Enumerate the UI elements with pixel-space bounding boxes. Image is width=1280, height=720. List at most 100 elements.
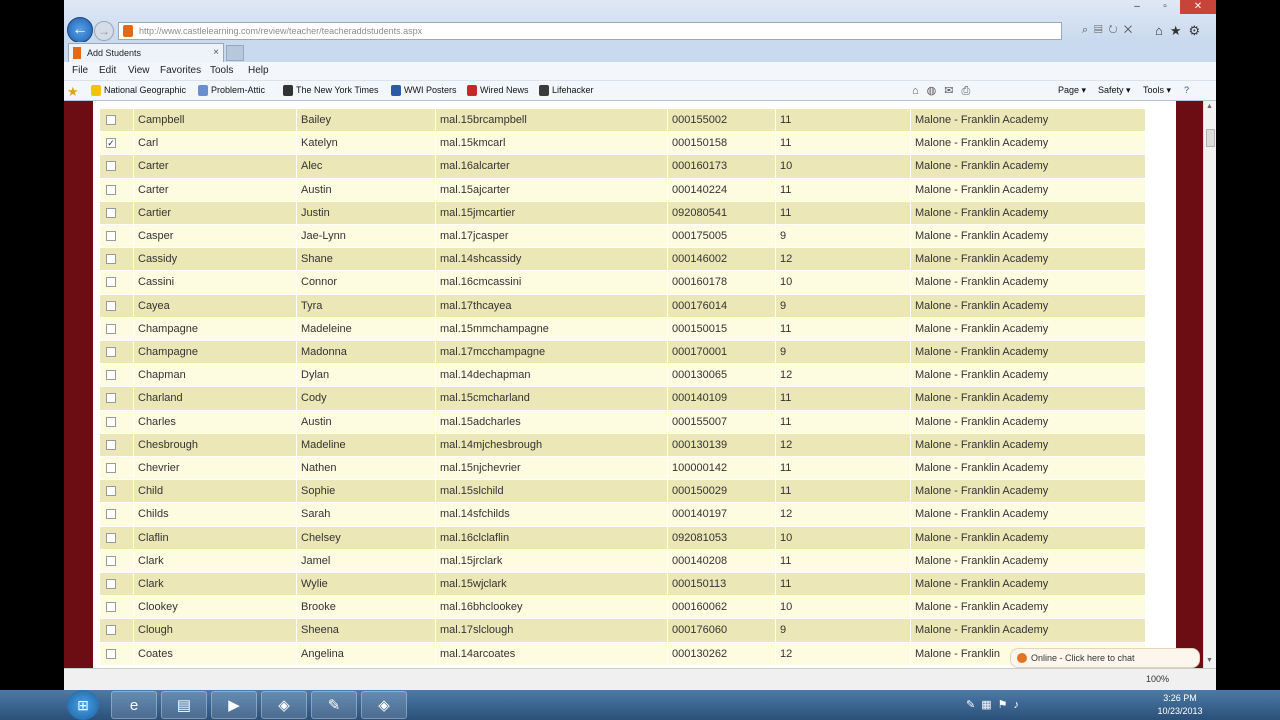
row-checkbox[interactable] bbox=[106, 277, 116, 288]
taskbar-app-6[interactable]: ◈ bbox=[361, 691, 407, 719]
taskbar-explorer[interactable]: ▤ bbox=[161, 691, 207, 719]
search-icon[interactable]: ⌕ bbox=[1082, 24, 1094, 36]
row-checkbox[interactable] bbox=[106, 347, 116, 357]
compat-view-icon[interactable]: ▤ bbox=[1094, 24, 1108, 36]
pen-icon[interactable]: ✎ bbox=[966, 699, 981, 711]
help-icon[interactable]: ? bbox=[1184, 85, 1189, 95]
new-tab-button[interactable] bbox=[226, 45, 244, 61]
table-row: Coates Angelina mal.14arcoates 000130262 12 M… bbox=[99, 642, 1145, 666]
username-cell: mal.14shcassidy bbox=[435, 248, 667, 272]
row-checkbox[interactable] bbox=[106, 439, 116, 450]
row-checkbox[interactable] bbox=[106, 532, 116, 543]
tools-menu[interactable]: Tools ▾ bbox=[1143, 85, 1171, 96]
row-checkbox[interactable] bbox=[106, 509, 116, 520]
network-icon[interactable]: ▦ bbox=[981, 699, 997, 711]
first-name-cell: Sheena bbox=[296, 619, 435, 643]
home-icon[interactable]: ⌂ bbox=[912, 85, 927, 97]
page-menu[interactable]: Page ▾ bbox=[1058, 85, 1086, 96]
print-icon[interactable]: ⎙ bbox=[961, 85, 978, 97]
school-cell: Malone - Franklin Academy bbox=[910, 271, 1145, 295]
row-checkbox[interactable] bbox=[106, 300, 116, 311]
last-name-cell: Cassini bbox=[133, 271, 296, 295]
chat-widget[interactable]: Online - Click here to chat bbox=[1010, 648, 1200, 668]
zoom-level[interactable]: 100% bbox=[1146, 674, 1169, 684]
school-cell: Malone - Franklin Academy bbox=[910, 457, 1145, 480]
row-checkbox[interactable] bbox=[106, 161, 116, 172]
tab-close-icon[interactable]: × bbox=[213, 44, 219, 62]
maximize-button[interactable]: ▫ bbox=[1152, 0, 1178, 14]
table-row: Childs Sarah mal.14sfchilds 000140197 12 Malo… bbox=[99, 503, 1145, 527]
row-checkbox[interactable] bbox=[106, 323, 116, 334]
row-checkbox[interactable] bbox=[106, 416, 116, 427]
close-window-button[interactable]: ✕ bbox=[1180, 0, 1216, 14]
row-checkbox[interactable] bbox=[106, 463, 116, 473]
safety-menu[interactable]: Safety ▾ bbox=[1098, 85, 1131, 96]
taskbar-ie[interactable]: e bbox=[111, 691, 157, 719]
favorite-national-geographic[interactable]: National Geographic bbox=[91, 85, 186, 96]
favorite-problem-attic[interactable]: Problem-Attic bbox=[198, 85, 265, 96]
menu-tools[interactable]: Tools bbox=[210, 65, 233, 76]
favorites-star-icon[interactable]: ★ bbox=[67, 84, 79, 100]
row-checkbox[interactable] bbox=[106, 207, 116, 218]
volume-icon[interactable]: ♪ bbox=[1014, 699, 1026, 711]
favorite-nytimes[interactable]: The New York Times bbox=[283, 85, 379, 96]
flag-icon[interactable]: ⚑ bbox=[998, 699, 1014, 711]
stop-icon[interactable]: ✕ bbox=[1124, 24, 1138, 36]
username-cell: mal.15ajcarter bbox=[435, 178, 667, 202]
row-checkbox[interactable] bbox=[106, 254, 116, 265]
read-mail-icon[interactable]: ✉ bbox=[944, 85, 961, 97]
favorite-lifehacker[interactable]: Lifehacker bbox=[539, 85, 594, 96]
row-checkbox[interactable] bbox=[106, 370, 116, 381]
menu-file[interactable]: File bbox=[72, 65, 88, 76]
taskbar-app-4[interactable]: ◈ bbox=[261, 691, 307, 719]
start-button[interactable]: ⊞ bbox=[67, 690, 99, 720]
tab-row: Add Students × bbox=[64, 42, 1216, 62]
menu-edit[interactable]: Edit bbox=[99, 65, 116, 76]
row-checkbox[interactable] bbox=[106, 184, 116, 195]
favorites-star-icon[interactable]: ★ bbox=[1170, 23, 1189, 38]
menu-view[interactable]: View bbox=[128, 65, 150, 76]
student-id-cell: 000140109 bbox=[667, 387, 775, 411]
row-checkbox[interactable] bbox=[106, 648, 116, 659]
username-cell: mal.16cmcassini bbox=[435, 271, 667, 295]
grade-cell: 11 bbox=[775, 178, 910, 202]
scroll-down-icon[interactable]: ▼ bbox=[1206, 657, 1213, 664]
menu-help[interactable]: Help bbox=[248, 65, 269, 76]
row-checkbox[interactable] bbox=[106, 579, 116, 589]
scroll-up-icon[interactable]: ▲ bbox=[1206, 103, 1213, 110]
gear-icon[interactable]: ⚙ bbox=[1189, 23, 1208, 38]
feeds-icon[interactable]: ◍ bbox=[927, 85, 945, 97]
first-name-cell: Austin bbox=[296, 178, 435, 202]
username-cell: mal.17mcchampagne bbox=[435, 341, 667, 364]
clock[interactable]: 3:26 PM 10/23/2013 bbox=[1148, 692, 1212, 718]
scroll-thumb[interactable] bbox=[1206, 129, 1215, 147]
forward-button[interactable]: → bbox=[94, 21, 114, 41]
menu-favorites[interactable]: Favorites bbox=[160, 65, 201, 76]
row-checkbox[interactable] bbox=[106, 602, 116, 613]
row-checkbox[interactable]: ✓ bbox=[106, 138, 116, 149]
row-checkbox[interactable] bbox=[106, 115, 116, 125]
refresh-icon[interactable]: ↻ bbox=[1109, 24, 1124, 36]
row-checkbox[interactable] bbox=[106, 555, 116, 566]
taskbar-app-5[interactable]: ✎ bbox=[311, 691, 357, 719]
tab-add-students[interactable]: Add Students × bbox=[68, 43, 224, 62]
table-row: Charles Austin mal.15adcharles 000155007 11 M… bbox=[99, 410, 1145, 434]
taskbar-media[interactable]: ▶ bbox=[211, 691, 257, 719]
last-name-cell: Clark bbox=[133, 573, 296, 596]
grade-cell: 9 bbox=[775, 619, 910, 643]
home-icon[interactable]: ⌂ bbox=[1155, 23, 1170, 38]
row-checkbox[interactable] bbox=[106, 231, 116, 241]
back-button[interactable]: ← bbox=[67, 17, 93, 43]
title-bar: – ▫ ✕ ← → http://www.castlelearning.com/… bbox=[64, 0, 1216, 43]
row-checkbox[interactable] bbox=[106, 393, 116, 404]
minimize-button[interactable]: – bbox=[1124, 0, 1150, 14]
row-checkbox[interactable] bbox=[106, 625, 116, 636]
favorite-wwi-posters[interactable]: WWI Posters bbox=[391, 85, 457, 96]
school-cell: Malone - Franklin Academy bbox=[910, 596, 1145, 620]
row-checkbox[interactable] bbox=[106, 486, 116, 497]
last-name-cell: Cayea bbox=[133, 294, 296, 318]
page-scrollbar[interactable]: ▲ ▼ bbox=[1203, 101, 1216, 668]
address-bar[interactable]: http://www.castlelearning.com/review/tea… bbox=[118, 22, 1062, 40]
favorite-wired-news[interactable]: Wired News bbox=[467, 85, 529, 96]
student-id-cell: 000130262 bbox=[667, 642, 775, 666]
